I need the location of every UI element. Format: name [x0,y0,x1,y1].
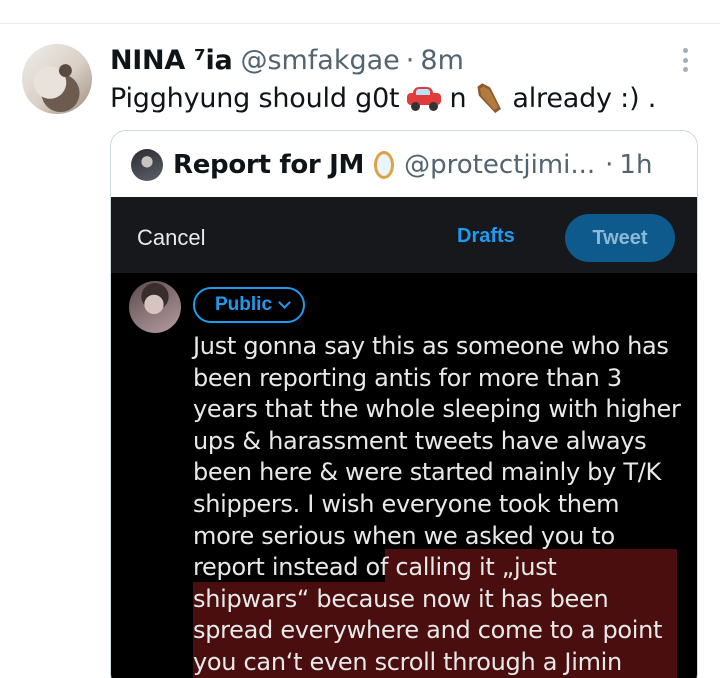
tweet-text-part3: already :) . [512,82,657,114]
user-handle[interactable]: @smfakgae [240,45,399,76]
more-options-icon[interactable] [678,46,692,74]
composer-line: shippers. I wish everyone took them [193,489,620,518]
separator: · [405,44,415,76]
audience-label: Public [215,294,273,315]
quote-timestamp: 1h [619,150,653,180]
drafts-button: Drafts [457,225,515,247]
composer-line: been reporting antis for more than 3 [193,363,622,392]
avatar[interactable] [22,44,92,114]
composer-avatar [129,281,181,333]
composer-line: ups & harassment tweets have always [193,426,647,455]
composer-text: Just gonna say this as someone who has b… [193,331,693,678]
audience-selector: Public [193,287,306,323]
tweet-text-part2: n [449,82,467,114]
quote-separator: · [605,150,614,180]
composer-line: you can‘t even scroll through a Jimin [193,647,622,676]
embedded-screenshot: Cancel Drafts Tweet Public Just gonna sa… [111,197,697,678]
car-icon [405,85,443,111]
tweet-text: Pigghyung should g0t n already :) . [110,82,656,114]
composer-line: Just gonna say this as someone who has [193,332,669,360]
quote-display-name: Report for JM [173,150,365,180]
tweet-text-part1: Pigghyung should g0t [110,82,400,114]
composer-line: spread everywhere and come to a point [193,616,663,645]
composer-line: been here & were started mainly by T/K [193,458,661,487]
composer-line: years that the whole sleeping with highe… [193,395,681,424]
cancel-button: Cancel [137,225,206,250]
mirror-icon [374,151,395,179]
composer-line: shipwars“ because now it has been [193,584,609,613]
tweet-button: Tweet [565,214,675,262]
display-name[interactable]: NINA ⁷ia [110,45,233,76]
composer-toolbar: Cancel Drafts Tweet [111,197,697,273]
composer-line: report instead of calling it „just [193,553,557,582]
timestamp[interactable]: 8m [420,45,463,76]
quote-avatar [131,149,163,181]
composer-line: more serious when we asked you to [193,521,615,550]
quoted-tweet-header: Report for JM @protectjimi... · 1h [131,145,652,185]
chevron-down-icon [278,296,291,309]
top-divider [0,23,720,24]
quote-handle: @protectjimi... [404,150,596,180]
coffin-icon [466,75,512,121]
quoted-tweet-card[interactable]: Report for JM @protectjimi... · 1h Cance… [110,130,698,678]
tweet-header: NINA ⁷ia @smfakgae · 8m [110,42,464,78]
